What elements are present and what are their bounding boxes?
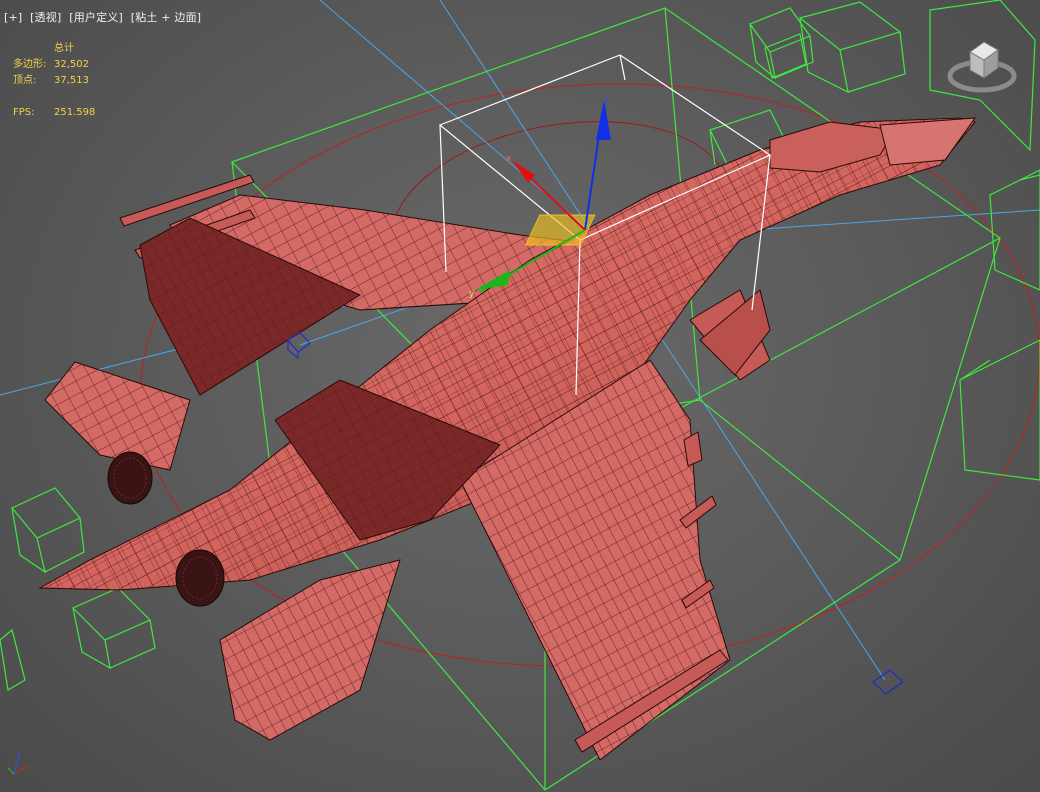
camera-target-icon[interactable] — [871, 669, 905, 695]
perspective-viewport[interactable]: z x y [+] [透视] [用户定义] [粘土 + 边面] 总计 多边形: … — [0, 0, 1040, 792]
z-axis-arrow-icon[interactable] — [596, 100, 611, 140]
nose-cone — [879, 117, 977, 166]
gizmo-y-label: y — [469, 289, 475, 299]
vertices-label: 顶点: — [13, 75, 37, 86]
viewport-label-menu[interactable]: [+] [透视] [用户定义] [粘土 + 边面] — [4, 9, 201, 25]
gizmo-x-label: x — [506, 154, 512, 164]
viewcube[interactable] — [944, 34, 1020, 102]
polygons-label: 多边形: — [13, 59, 47, 70]
polygons-value: 32,502 — [54, 59, 89, 70]
engine-nozzle-left — [107, 451, 153, 505]
viewport-view-menu[interactable]: [透视] — [30, 11, 61, 24]
vertices-value: 37,513 — [54, 75, 89, 86]
viewport-shading-menu[interactable]: [用户定义] — [69, 11, 123, 24]
viewport-mode-menu[interactable]: [粘土 + 边面] — [131, 11, 202, 24]
fps-value: 251.598 — [54, 107, 96, 118]
engine-nozzle-right — [175, 549, 225, 607]
viewport-scene[interactable]: z x y — [0, 0, 1040, 792]
axis-tripod-icon — [7, 749, 29, 775]
viewport-plus-menu[interactable]: [+] — [4, 11, 22, 24]
stats-header: 总计 — [54, 43, 74, 54]
viewcube-icon[interactable] — [944, 34, 1020, 102]
gizmo-z-label: z — [604, 96, 609, 106]
fps-label: FPS: — [13, 107, 35, 118]
